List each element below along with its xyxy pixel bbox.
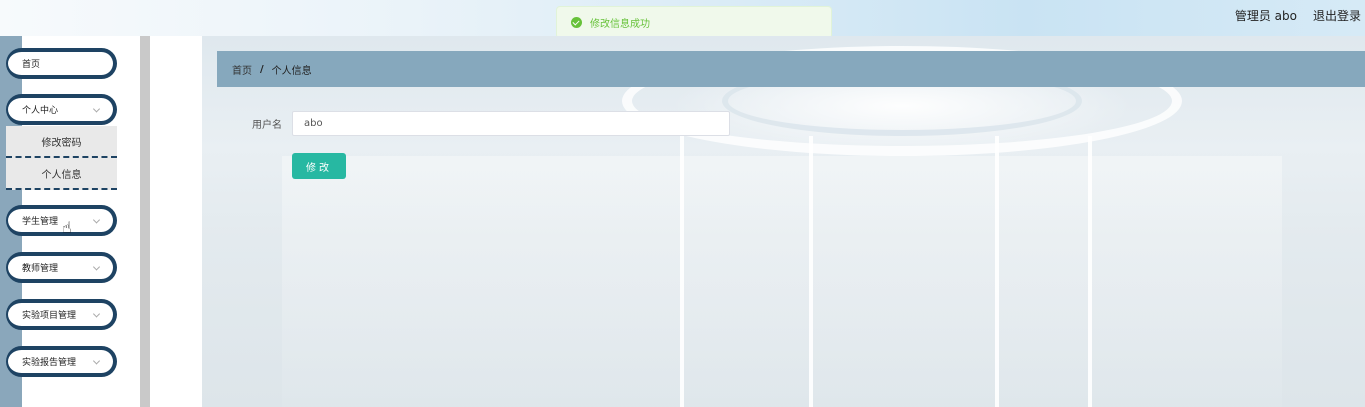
username-field[interactable] [292,111,730,136]
content-gutter [150,36,202,407]
chevron-down-icon [92,262,101,271]
sidebar-divider [140,36,150,407]
breadcrumb-home[interactable]: 首页 [232,62,252,77]
breadcrumb: 首页 / 个人信息 [217,51,1365,87]
pillar-decoration [809,136,813,407]
hand-cursor-icon: ☝ [62,218,72,237]
update-button[interactable]: 修改 [292,153,346,179]
chevron-down-icon [92,309,101,318]
breadcrumb-current: 个人信息 [271,65,312,77]
logout-link[interactable]: 退出登录 [1313,7,1361,24]
chevron-down-icon [92,215,101,224]
sidebar-item-label: 个人中心 [22,106,59,116]
sidebar-item-label: 首页 [22,60,41,70]
submenu-item-personal-info[interactable]: 个人信息 [6,158,117,190]
pillar-decoration [680,136,684,407]
sidebar: 首页 个人中心 修改密码 个人信息 学生管理 教师管理 实验项目管理 实验报告管… [0,36,140,407]
sidebar-item-label: 教师管理 [22,264,59,274]
chevron-down-icon [92,356,101,365]
glass-wall-decoration [282,156,1282,407]
sidebar-item-label: 实验报告管理 [22,358,77,368]
sidebar-item-label: 学生管理 [22,217,59,227]
main-background [202,36,1365,407]
check-circle-icon [571,17,582,28]
toast-message: 修改信息成功 [590,19,650,30]
sidebar-item-label: 实验项目管理 [22,311,77,321]
pillar-decoration [1088,136,1092,407]
sidebar-item-project-management[interactable]: 实验项目管理 [6,299,117,330]
sidebar-item-personal-center[interactable]: 个人中心 [6,94,117,125]
sidebar-item-report-management[interactable]: 实验报告管理 [6,346,117,377]
pillar-decoration [995,136,999,407]
admin-label: 管理员 abo [1234,9,1297,23]
personal-center-submenu: 修改密码 个人信息 [6,126,117,190]
username-label: 用户名 [252,120,282,131]
success-toast: 修改信息成功 [556,6,832,39]
chevron-down-icon [92,104,101,113]
sidebar-item-home[interactable]: 首页 [6,48,117,79]
breadcrumb-separator: / [260,63,264,75]
sidebar-item-teacher-management[interactable]: 教师管理 [6,252,117,283]
submenu-item-change-password[interactable]: 修改密码 [6,126,117,158]
